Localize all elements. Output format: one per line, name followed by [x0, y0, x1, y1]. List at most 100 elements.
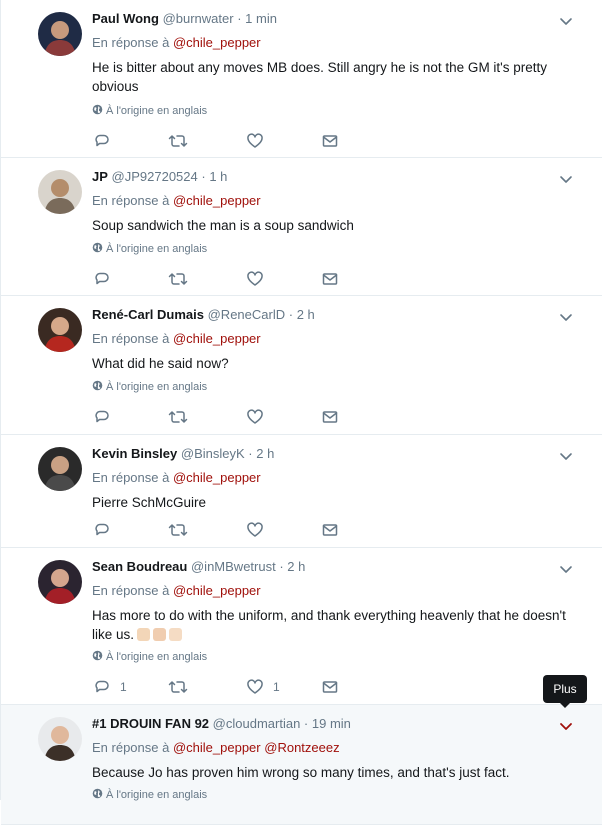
heart-icon [246, 408, 264, 426]
chevron-down-icon[interactable] [558, 310, 574, 322]
tweet-header: Sean Boudreau @inMBwetrust · 2 h [92, 559, 305, 574]
separator-dot: · [288, 307, 294, 322]
globe-icon [92, 650, 103, 664]
reply-button[interactable] [93, 408, 120, 426]
envelope-icon [321, 678, 339, 696]
direct-message-button[interactable] [321, 521, 339, 539]
reply-prefix: En réponse à [92, 470, 170, 485]
timestamp[interactable]: 1 h [209, 169, 227, 184]
mention-link[interactable]: @chile_pepper [173, 583, 261, 598]
tweet-thread: Paul Wong @burnwater · 1 min En réponse à… [0, 0, 602, 825]
separator-dot: · [303, 716, 309, 731]
retweet-icon [168, 521, 188, 539]
author-name[interactable]: Paul Wong [92, 11, 159, 26]
retweet-button[interactable] [168, 408, 188, 426]
mention-link[interactable]: @chile_pepper [173, 35, 261, 50]
retweet-button[interactable] [168, 132, 188, 150]
author-name[interactable]: #1 DROUIN FAN 92 [92, 716, 209, 731]
retweet-button[interactable] [168, 521, 188, 539]
tweet-text: Because Jo has proven him wrong so many … [92, 763, 572, 782]
heart-icon [246, 678, 264, 696]
mention-link[interactable]: @chile_pepper [173, 193, 261, 208]
reply-context: En réponse à @chile_pepper [92, 193, 261, 208]
tweet[interactable]: Sean Boudreau @inMBwetrust · 2 h En répon… [1, 548, 602, 705]
avatar[interactable] [38, 12, 82, 56]
like-button[interactable] [246, 270, 273, 288]
retweet-button[interactable] [168, 678, 188, 696]
timestamp[interactable]: 2 h [297, 307, 315, 322]
author-handle[interactable]: @ReneCarlD [208, 307, 286, 322]
retweet-icon [168, 270, 188, 288]
tweet[interactable]: René-Carl Dumais @ReneCarlD · 2 h En répo… [1, 296, 602, 435]
direct-message-button[interactable] [321, 132, 339, 150]
author-handle[interactable]: @cloudmartian [213, 716, 301, 731]
avatar[interactable] [38, 717, 82, 761]
author-name[interactable]: JP [92, 169, 108, 184]
chevron-down-icon[interactable] [558, 562, 574, 574]
retweet-icon [168, 678, 188, 696]
mention-link[interactable]: @chile_pepper [173, 331, 261, 346]
tweet[interactable]: Paul Wong @burnwater · 1 min En réponse à… [1, 0, 602, 158]
translation-note[interactable]: À l'origine en anglais [92, 242, 207, 256]
translation-note[interactable]: À l'origine en anglais [92, 380, 207, 394]
translation-note[interactable]: À l'origine en anglais [92, 104, 207, 118]
reply-button[interactable] [93, 521, 120, 539]
reply-context: En réponse à @chile_pepper [92, 470, 261, 485]
tweet-actions [93, 132, 353, 150]
avatar[interactable] [38, 308, 82, 352]
mention-link[interactable]: @chile_pepper [173, 470, 261, 485]
direct-message-button[interactable] [321, 678, 339, 696]
reply-button[interactable] [93, 270, 120, 288]
reply-button[interactable]: 1 [93, 678, 127, 696]
heart-icon [246, 270, 264, 288]
tweet-actions [93, 408, 353, 426]
chevron-down-icon[interactable] [558, 14, 574, 26]
more-tooltip: Plus [543, 675, 587, 708]
tweet[interactable]: Kevin Binsley @BinsleyK · 2 h En réponse … [1, 435, 602, 548]
translation-label: À l'origine en anglais [106, 381, 208, 393]
author-name[interactable]: Kevin Binsley [92, 446, 177, 461]
timestamp[interactable]: 2 h [287, 559, 305, 574]
timestamp[interactable]: 2 h [256, 446, 274, 461]
separator-dot: · [201, 169, 206, 184]
translation-note[interactable]: À l'origine en anglais [92, 650, 207, 664]
retweet-icon [168, 132, 188, 150]
tweet-text-content: He is bitter about any moves MB does. St… [92, 60, 548, 94]
avatar[interactable] [38, 170, 82, 214]
translation-label: À l'origine en anglais [106, 651, 208, 663]
avatar[interactable] [38, 447, 82, 491]
envelope-icon [321, 408, 339, 426]
direct-message-button[interactable] [321, 270, 339, 288]
author-handle[interactable]: @JP92720524 [112, 169, 198, 184]
reply-button[interactable] [93, 132, 120, 150]
like-button[interactable] [246, 132, 273, 150]
separator-dot: · [248, 446, 253, 461]
chevron-down-icon[interactable] [558, 172, 574, 184]
tweet[interactable]: #1 DROUIN FAN 92 @cloudmartian · 19 min E… [1, 705, 602, 825]
retweet-button[interactable] [168, 270, 188, 288]
mention-link[interactable]: @chile_pepper [173, 740, 261, 755]
author-handle[interactable]: @inMBwetrust [191, 559, 276, 574]
chevron-down-icon[interactable] [558, 449, 574, 461]
tweet-text-content: What did he said now? [92, 356, 229, 371]
author-name[interactable]: Sean Boudreau [92, 559, 187, 574]
tweet[interactable]: JP @JP92720524 · 1 h En réponse à @chile_… [1, 158, 602, 296]
like-button[interactable] [246, 521, 273, 539]
avatar[interactable] [38, 560, 82, 604]
mention-link[interactable]: @Rontzeeez [264, 740, 339, 755]
translation-label: À l'origine en anglais [106, 243, 208, 255]
retweet-icon [168, 408, 188, 426]
like-button[interactable] [246, 408, 273, 426]
translation-label: À l'origine en anglais [106, 789, 208, 801]
reply-context: En réponse à @chile_pepper [92, 35, 261, 50]
timestamp[interactable]: 19 min [312, 716, 351, 731]
author-handle[interactable]: @burnwater [163, 11, 234, 26]
author-handle[interactable]: @BinsleyK [181, 446, 245, 461]
globe-icon [92, 380, 103, 394]
like-button[interactable]: 1 [246, 678, 280, 696]
chevron-down-icon[interactable] [558, 719, 574, 731]
direct-message-button[interactable] [321, 408, 339, 426]
clapping-hands-emoji [153, 628, 167, 641]
timestamp[interactable]: 1 min [245, 11, 277, 26]
author-name[interactable]: René-Carl Dumais [92, 307, 204, 322]
